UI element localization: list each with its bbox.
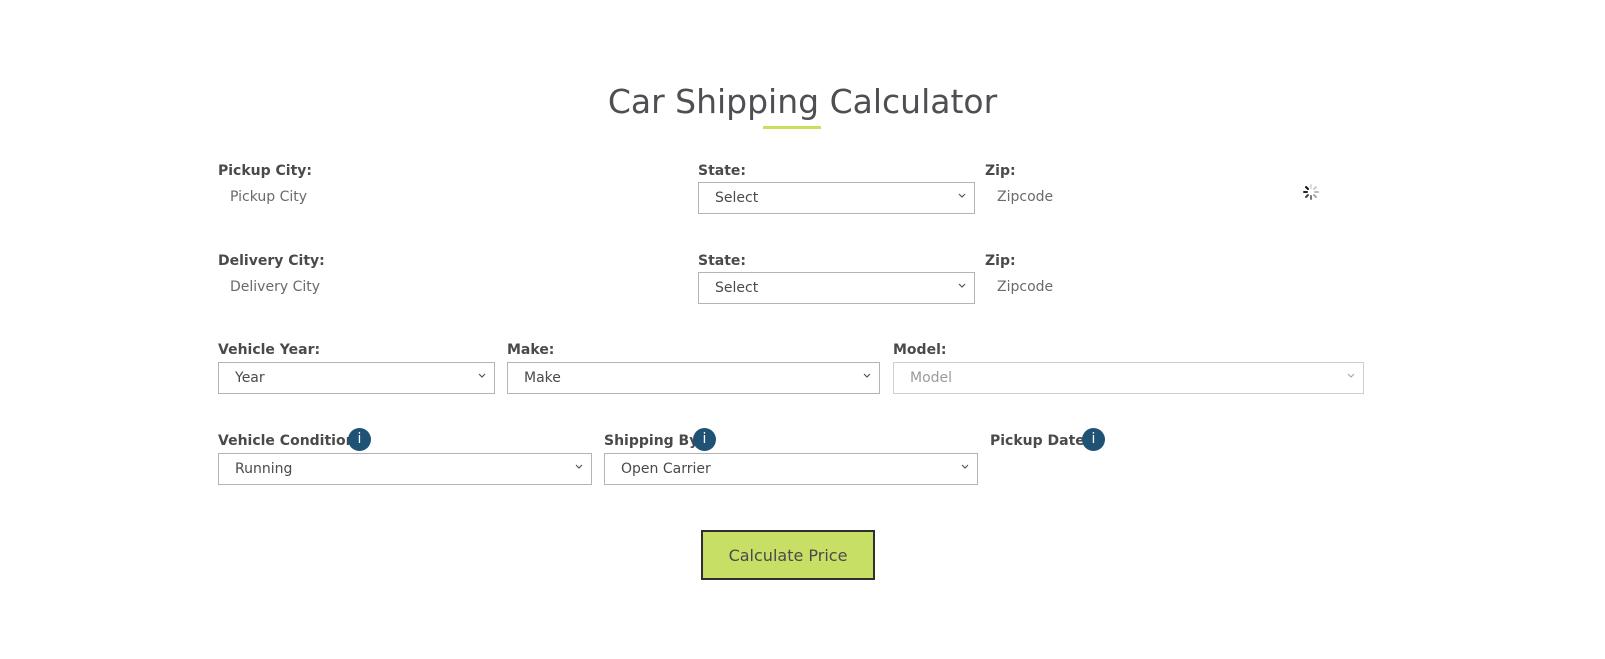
make-select[interactable]: Make bbox=[507, 362, 880, 394]
model-value: Model bbox=[910, 370, 953, 386]
chevron-down-icon bbox=[575, 464, 583, 469]
vehicle-condition-value: Running bbox=[235, 461, 293, 477]
chevron-down-icon bbox=[961, 464, 969, 469]
delivery-zip-label: Zip: bbox=[985, 253, 1016, 269]
loading-spinner-icon bbox=[1303, 184, 1319, 200]
pickup-state-value: Select bbox=[715, 190, 759, 206]
pickup-zip-input[interactable] bbox=[985, 182, 1285, 212]
make-label: Make: bbox=[507, 342, 555, 358]
delivery-state-label: State: bbox=[698, 253, 747, 269]
shipping-by-select[interactable]: Open Carrier bbox=[604, 453, 978, 485]
shipping-by-value: Open Carrier bbox=[621, 461, 711, 477]
pickup-date-label: Pickup Date: bbox=[990, 433, 1091, 449]
model-select[interactable]: Model bbox=[893, 362, 1364, 394]
chevron-down-icon bbox=[958, 193, 966, 198]
chevron-down-icon bbox=[478, 373, 486, 378]
pickup-zip-label: Zip: bbox=[985, 163, 1016, 179]
vehicle-year-value: Year bbox=[235, 370, 265, 386]
chevron-down-icon bbox=[1347, 373, 1355, 378]
shipping-by-label: Shipping By: bbox=[604, 433, 704, 449]
vehicle-condition-select[interactable]: Running bbox=[218, 453, 592, 485]
delivery-state-select[interactable]: Select bbox=[698, 272, 975, 304]
info-icon[interactable]: i bbox=[1082, 428, 1105, 451]
pickup-city-label: Pickup City: bbox=[218, 163, 313, 179]
info-icon[interactable]: i bbox=[348, 428, 371, 451]
chevron-down-icon bbox=[863, 373, 871, 378]
delivery-zip-input[interactable] bbox=[985, 272, 1285, 302]
vehicle-year-select[interactable]: Year bbox=[218, 362, 495, 394]
vehicle-year-label: Vehicle Year: bbox=[218, 342, 321, 358]
delivery-city-input[interactable] bbox=[218, 272, 658, 302]
pickup-city-input[interactable] bbox=[218, 182, 658, 212]
pickup-state-label: State: bbox=[698, 163, 747, 179]
delivery-state-value: Select bbox=[715, 280, 759, 296]
chevron-down-icon bbox=[958, 283, 966, 288]
delivery-city-label: Delivery City: bbox=[218, 253, 325, 269]
title-underline bbox=[763, 126, 821, 129]
vehicle-condition-label: Vehicle Condition: bbox=[218, 433, 362, 449]
make-value: Make bbox=[524, 370, 561, 386]
page-title: Car Shipping Calculator bbox=[607, 82, 998, 121]
info-icon[interactable]: i bbox=[693, 428, 716, 451]
pickup-state-select[interactable]: Select bbox=[698, 182, 975, 214]
calculate-price-button[interactable]: Calculate Price bbox=[701, 530, 875, 580]
model-label: Model: bbox=[893, 342, 947, 358]
